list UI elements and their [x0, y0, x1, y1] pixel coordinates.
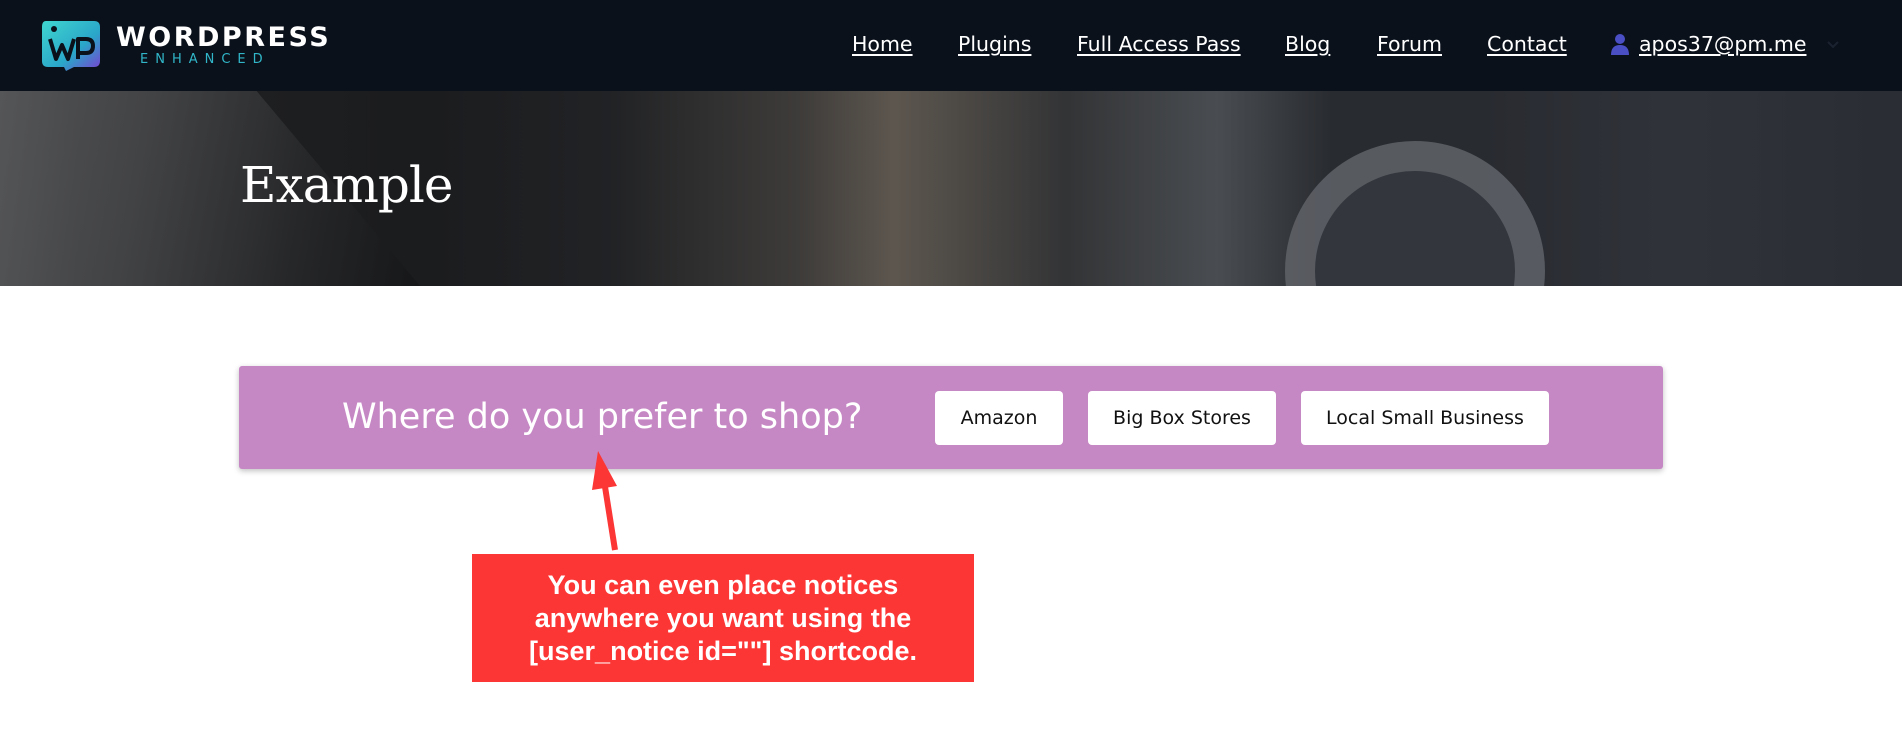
user-notice: Where do you prefer to shop? Amazon Big … — [239, 366, 1663, 469]
main-nav: Home Plugins Full Access Pass Blog Forum… — [0, 30, 1902, 60]
nav-contact[interactable]: Contact — [1487, 30, 1567, 58]
nav-blog[interactable]: Blog — [1285, 30, 1330, 58]
option-local-small-business-button[interactable]: Local Small Business — [1301, 391, 1549, 445]
annotation-callout: You can even place notices anywhere you … — [472, 554, 974, 682]
nav-forum[interactable]: Forum — [1377, 30, 1442, 58]
nav-plugins[interactable]: Plugins — [958, 30, 1031, 58]
nav-home[interactable]: Home — [852, 30, 913, 58]
annotation-text: You can even place notices anywhere you … — [529, 569, 917, 666]
site-header: WORDPRESS ENHANCED Home Plugins Full Acc… — [0, 0, 1902, 91]
annotation-arrow — [592, 451, 618, 551]
page-title: Example — [240, 156, 454, 214]
option-amazon-button[interactable]: Amazon — [935, 391, 1063, 445]
option-big-box-stores-button[interactable]: Big Box Stores — [1088, 391, 1276, 445]
notice-question: Where do you prefer to shop? — [342, 397, 863, 437]
nav-account[interactable]: apos37@pm.me — [1639, 30, 1806, 58]
user-icon — [1611, 34, 1629, 55]
page-hero: Example — [0, 91, 1902, 286]
nav-full-access-pass[interactable]: Full Access Pass — [1077, 30, 1241, 58]
chevron-down-icon[interactable] — [1826, 37, 1840, 51]
